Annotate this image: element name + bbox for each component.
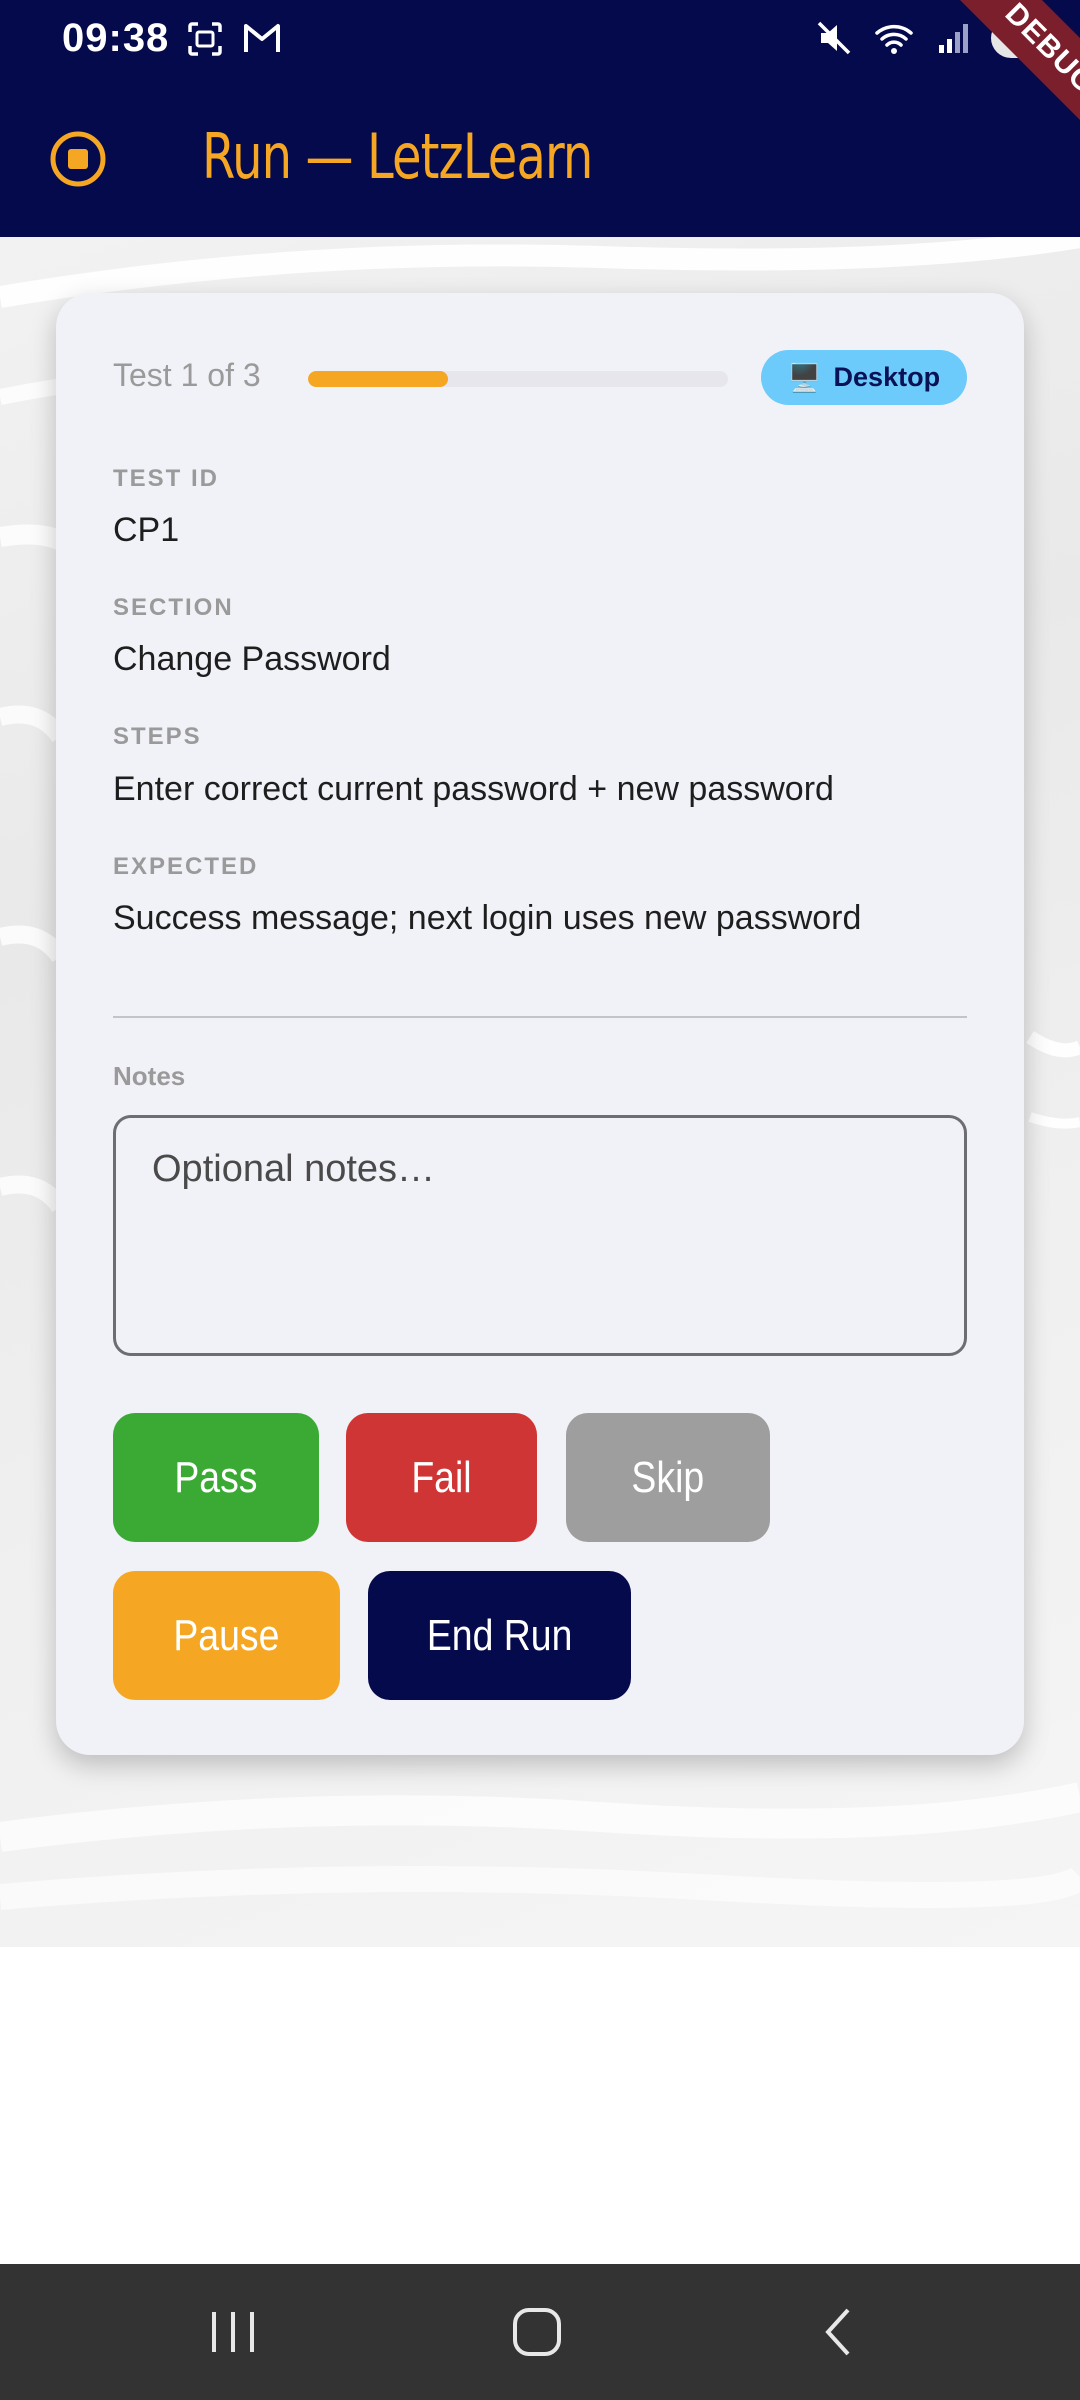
- progress-bar: [308, 371, 728, 387]
- divider: [113, 1016, 967, 1018]
- test-id-value: CP1: [113, 511, 180, 549]
- gmail-icon: [244, 24, 280, 52]
- screenshot-icon: [188, 22, 222, 56]
- skip-button[interactable]: Skip: [566, 1413, 770, 1542]
- end-run-button[interactable]: End Run: [368, 1571, 631, 1700]
- skip-label: Skip: [631, 1452, 705, 1502]
- navigation-bar: [0, 2264, 1080, 2400]
- section-label: SECTION: [113, 594, 234, 621]
- pass-button[interactable]: Pass: [113, 1413, 319, 1542]
- progress-fill: [308, 371, 448, 387]
- steps-value: Enter correct current password + new pas…: [113, 770, 834, 808]
- progress-label: Test 1 of 3: [113, 357, 261, 393]
- desktop-icon: 🖥️: [787, 362, 822, 393]
- expected-label: EXPECTED: [113, 853, 259, 880]
- section-value: Change Password: [113, 640, 391, 678]
- fail-label: Fail: [411, 1452, 472, 1502]
- steps-label: STEPS: [113, 723, 202, 750]
- mute-icon: [817, 21, 851, 55]
- home-icon[interactable]: [510, 2306, 566, 2358]
- pause-label: Pause: [173, 1610, 280, 1660]
- back-icon[interactable]: [816, 2306, 860, 2358]
- stop-circle-icon[interactable]: [48, 129, 108, 189]
- pass-label: Pass: [174, 1452, 258, 1502]
- status-time: 09:38: [62, 16, 170, 60]
- app-bar: Run — LetzLearn: [0, 80, 1080, 237]
- platform-chip: 🖥️ Desktop: [761, 350, 967, 405]
- notes-input[interactable]: [113, 1115, 967, 1356]
- fail-button[interactable]: Fail: [346, 1413, 537, 1542]
- pause-button[interactable]: Pause: [113, 1571, 340, 1700]
- screen: 09:38 Run — LetzLearn DEBUG Test 1 of 3 …: [0, 0, 1080, 2400]
- status-bar: 09:38: [0, 0, 1080, 80]
- wifi-icon: [875, 25, 913, 54]
- page-title: Run — LetzLearn: [202, 120, 593, 193]
- notes-label: Notes: [113, 1061, 186, 1091]
- recents-icon[interactable]: [206, 2306, 260, 2358]
- expected-value: Success message; next login uses new pas…: [113, 899, 862, 937]
- platform-label: Desktop: [833, 362, 941, 392]
- signal-icon: [939, 24, 968, 53]
- end-run-label: End Run: [426, 1610, 573, 1660]
- test-id-label: TEST ID: [113, 465, 220, 492]
- test-card: Test 1 of 3 🖥️ Desktop TEST ID CP1 SECTI…: [56, 293, 1024, 1755]
